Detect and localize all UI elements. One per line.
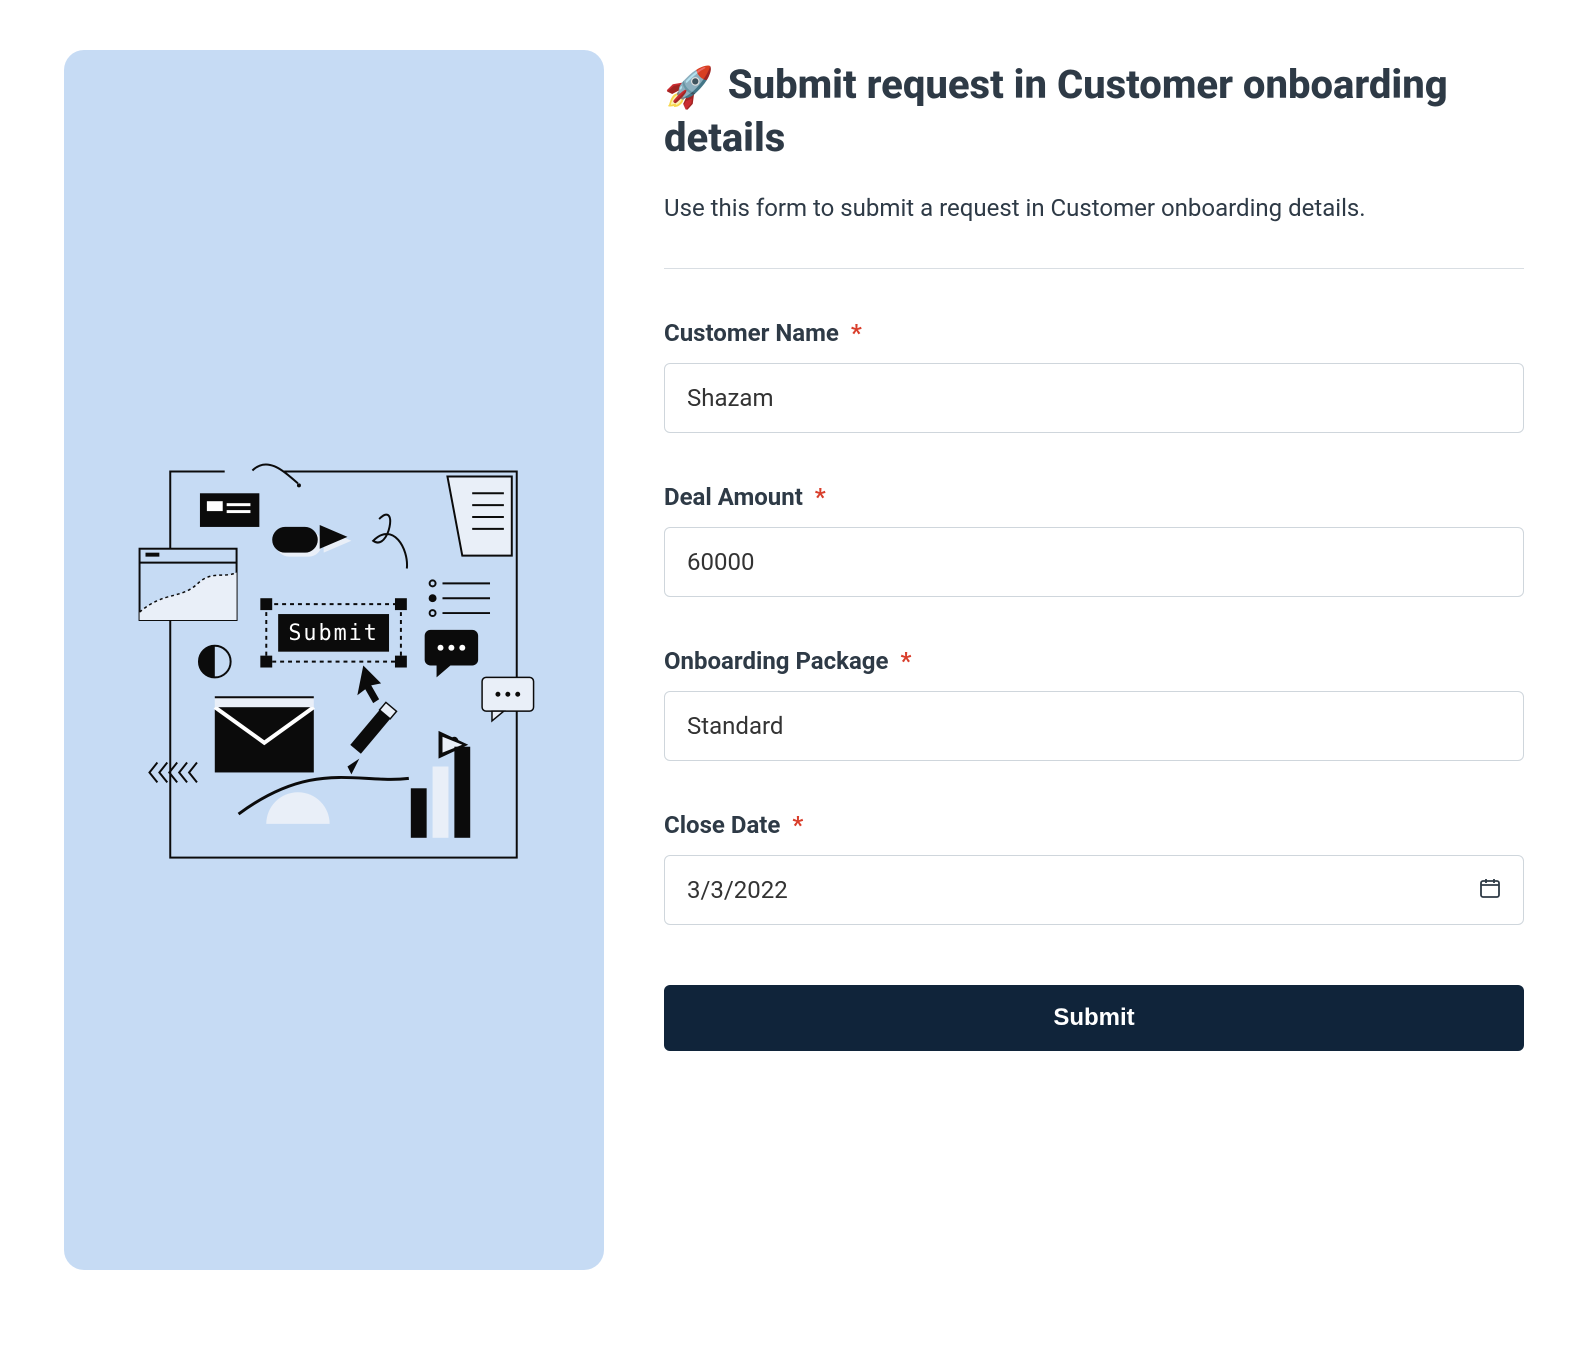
form-title: 🚀 Submit request in Customer onboarding … [664,60,1524,163]
form-description: Use this form to submit a request in Cus… [664,191,1524,226]
illustration-panel: Submit [64,50,604,1270]
close-date-label-text: Close Date [664,811,780,839]
field-customer-name: Customer Name * [664,319,1524,433]
required-indicator: * [900,647,911,675]
onboarding-package-label: Onboarding Package * [664,647,1524,675]
customer-name-input[interactable] [664,363,1524,433]
close-date-label: Close Date * [664,811,1524,839]
customer-name-label-text: Customer Name [664,319,839,347]
customer-name-label: Customer Name * [664,319,1524,347]
onboarding-package-label-text: Onboarding Package [664,647,888,675]
required-indicator: * [851,319,862,347]
form-panel: 🚀 Submit request in Customer onboarding … [664,50,1524,1270]
rocket-icon: 🚀 [664,63,714,113]
required-indicator: * [792,811,803,839]
form-divider [664,268,1524,269]
required-indicator: * [815,483,826,511]
onboarding-package-input[interactable] [664,691,1524,761]
illustration-submit-text: Submit [289,621,380,646]
form-title-text: Submit request in Customer onboarding de… [664,61,1448,161]
form-illustration: Submit [96,422,571,897]
close-date-input[interactable] [664,855,1524,925]
deal-amount-label: Deal Amount * [664,483,1524,511]
field-onboarding-package: Onboarding Package * [664,647,1524,761]
calendar-icon[interactable] [1476,876,1504,904]
deal-amount-input[interactable] [664,527,1524,597]
page-container: Submit [64,50,1524,1270]
field-deal-amount: Deal Amount * [664,483,1524,597]
field-close-date: Close Date * [664,811,1524,925]
deal-amount-label-text: Deal Amount [664,483,803,511]
submit-button[interactable]: Submit [664,985,1524,1051]
close-date-wrap [664,855,1524,925]
